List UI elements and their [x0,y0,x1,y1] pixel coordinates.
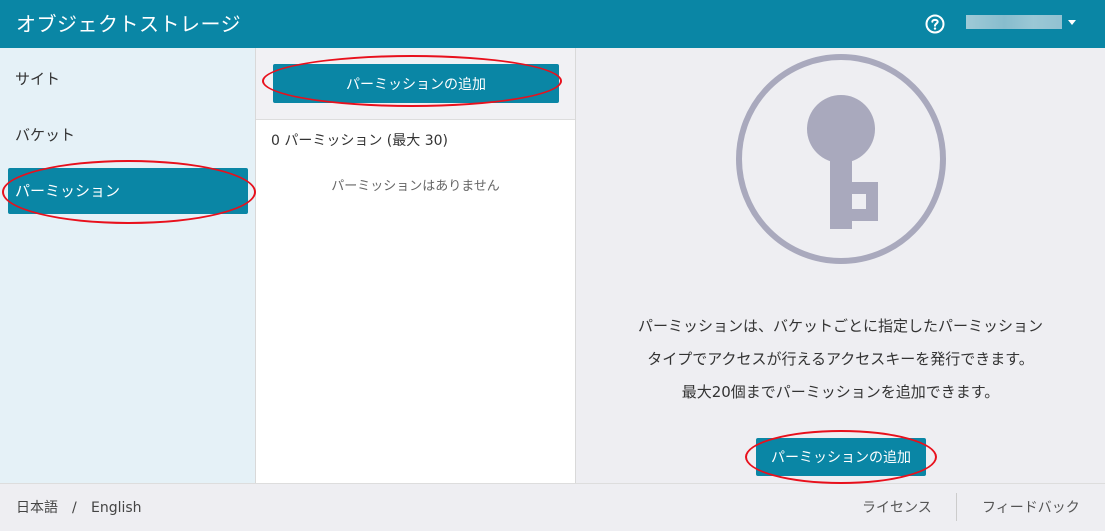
sidebar-item-label: パーミッション [15,182,121,200]
sidebar-item-site[interactable]: サイト [8,56,248,102]
lang-english-link[interactable]: English [91,499,142,517]
description-line: タイプでアクセスが行えるアクセスキーを発行できます。 [647,350,1034,368]
add-permission-button-top[interactable]: パーミッションの追加 [273,64,559,103]
permission-description: パーミッションは、バケットごとに指定したパーミッション タイプでアクセスが行える… [576,310,1105,409]
question-circle-icon[interactable] [925,14,945,34]
key-icon [736,54,946,264]
sidebar: サイト バケット パーミッション [0,48,256,483]
sidebar-item-permission[interactable]: パーミッション [8,168,248,214]
add-permission-button-bottom[interactable]: パーミッションの追加 [756,438,926,476]
license-link[interactable]: ライセンス [862,499,932,517]
user-name-redacted [966,15,1062,29]
permission-list-panel: パーミッションの追加 0 パーミッション (最大 30) パーミッションはありま… [256,48,576,483]
sidebar-item-label: サイト [15,70,61,88]
permission-count: 0 パーミッション (最大 30) [271,133,448,149]
sidebar-item-label: バケット [15,126,76,144]
list-toolbar: パーミッションの追加 [256,48,575,120]
lang-japanese-link[interactable]: 日本語 [16,499,58,517]
description-line: 最大20個までパーミッションを追加できます。 [681,383,1000,401]
lang-separator: / [72,500,77,516]
feedback-link[interactable]: フィードバック [982,499,1080,517]
footer: 日本語 / English ライセンス フィードバック [0,483,1105,531]
empty-state-text: パーミッションはありません [331,179,500,194]
description-line: パーミッションは、バケットごとに指定したパーミッション [637,317,1043,335]
user-menu[interactable] [966,14,1078,32]
footer-divider [956,493,957,521]
app-title: オブジェクトストレージ [16,12,242,36]
detail-panel: パーミッションは、バケットごとに指定したパーミッション タイプでアクセスが行える… [576,48,1105,483]
sidebar-item-bucket[interactable]: バケット [8,112,248,158]
caret-down-icon [1068,20,1076,25]
app-header: オブジェクトストレージ [0,0,1105,48]
